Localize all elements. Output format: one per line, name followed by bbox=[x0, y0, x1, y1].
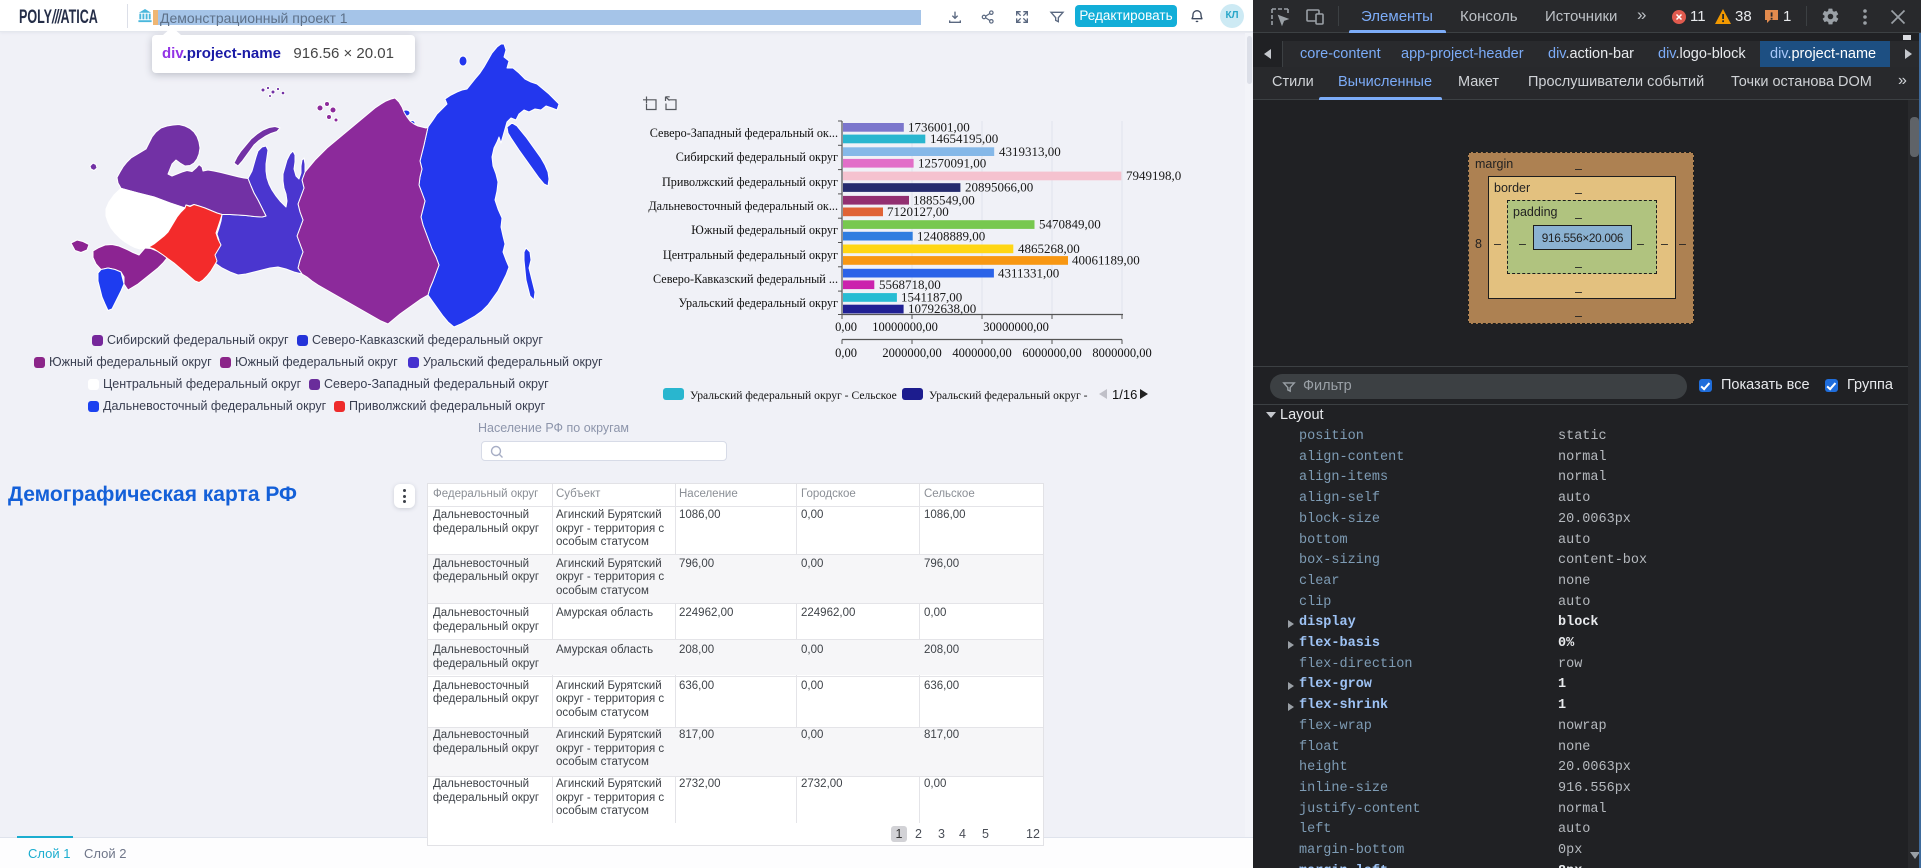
svg-text:1/16: 1/16 bbox=[1112, 387, 1137, 402]
svg-text:Северо-Кавказский федеральный: Северо-Кавказский федеральный ... bbox=[653, 272, 838, 286]
svg-text:10792638,00: 10792638,00 bbox=[908, 301, 976, 316]
svg-text:20895066,00: 20895066,00 bbox=[965, 180, 1033, 195]
svg-text:4000000,00: 4000000,00 bbox=[952, 346, 1011, 360]
svg-text:12408889,00: 12408889,00 bbox=[917, 228, 985, 243]
svg-text:6000000,00: 6000000,00 bbox=[1022, 346, 1081, 360]
svg-text:40061189,00: 40061189,00 bbox=[1072, 253, 1140, 268]
svg-text:0,00: 0,00 bbox=[835, 346, 857, 360]
svg-text:Приволжский федеральный округ: Приволжский федеральный округ bbox=[662, 175, 838, 189]
svg-text:Центральный федеральный округ: Центральный федеральный округ bbox=[663, 248, 838, 262]
svg-text:8000000,00: 8000000,00 bbox=[1092, 346, 1151, 360]
svg-text:30000000,00: 30000000,00 bbox=[983, 320, 1049, 334]
svg-text:Сибирский федеральный округ: Сибирский федеральный округ bbox=[676, 150, 838, 164]
svg-text:Северо-Западный федеральный ок: Северо-Западный федеральный ок... bbox=[650, 126, 838, 140]
svg-text:Уральский федеральный округ -: Уральский федеральный округ - Сельское bbox=[690, 389, 897, 402]
svg-text:7949198,0: 7949198,0 bbox=[1126, 168, 1181, 183]
svg-text:Уральский федеральный округ -: Уральский федеральный округ - bbox=[929, 389, 1088, 402]
svg-text:4311331,00: 4311331,00 bbox=[998, 265, 1059, 280]
svg-text:4319313,00: 4319313,00 bbox=[999, 144, 1061, 159]
svg-text:10000000,00: 10000000,00 bbox=[872, 320, 938, 334]
svg-text:Южный федеральный округ: Южный федеральный округ bbox=[691, 223, 838, 237]
svg-text:Уральский федеральный округ: Уральский федеральный округ bbox=[678, 296, 838, 310]
svg-text:Дальневосточный федеральный ок: Дальневосточный федеральный ок... bbox=[648, 199, 838, 213]
svg-text:4865268,00: 4865268,00 bbox=[1018, 241, 1080, 256]
svg-text:2000000,00: 2000000,00 bbox=[882, 346, 941, 360]
svg-text:14654195,00: 14654195,00 bbox=[930, 131, 998, 146]
svg-text:5470849,00: 5470849,00 bbox=[1039, 217, 1101, 232]
svg-text:7120127,00: 7120127,00 bbox=[887, 204, 949, 219]
svg-text:12570091,00: 12570091,00 bbox=[918, 155, 986, 170]
svg-text:0,00: 0,00 bbox=[835, 320, 857, 334]
